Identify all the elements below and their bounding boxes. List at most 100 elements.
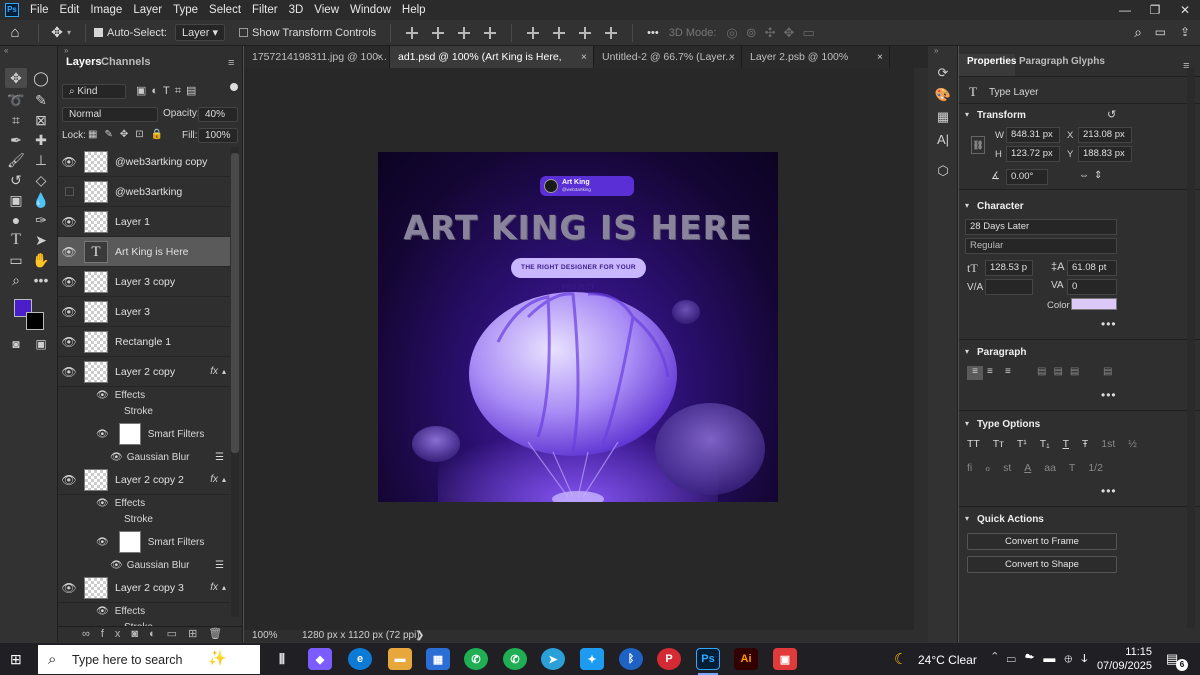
file-explorer-icon[interactable]: ▬ (388, 648, 412, 670)
screen-recorder-icon[interactable]: ▣ (773, 648, 797, 670)
visibility-eye-icon[interactable]: 👁 (110, 452, 123, 463)
align-center-text-icon[interactable]: ≡ (987, 366, 993, 377)
menu-select[interactable]: Select (209, 4, 241, 16)
align-top-icon[interactable] (524, 26, 542, 40)
more-options-icon[interactable]: ••• (647, 27, 659, 39)
share-icon[interactable]: ⇪ (1180, 25, 1190, 39)
zoom-tool-icon[interactable]: ⌕ (5, 270, 27, 290)
distribute-icon[interactable] (481, 26, 499, 40)
system-tray-icons[interactable]: ⌃▭☁▬⊕ↆ (992, 651, 1097, 666)
pen-tool-icon[interactable]: ✑ (30, 210, 52, 230)
reset-transform-icon[interactable]: ↺ (1107, 108, 1116, 121)
type-options-row-2[interactable]: fi ℴ st A aa T 1/2 (967, 462, 1103, 474)
justify-all-icon[interactable]: ▤ (1103, 366, 1112, 377)
fx-icon[interactable]: fx (210, 366, 218, 377)
gradient-tool-icon[interactable]: ▣ (5, 190, 27, 210)
filter-kind-dropdown[interactable]: ⌕ Kind (62, 84, 126, 99)
blur-tool-icon[interactable]: 💧 (30, 190, 52, 210)
restore-icon[interactable]: ❐ (1140, 0, 1170, 20)
task-view-icon[interactable]: ⫴ (270, 648, 294, 670)
fill-field[interactable]: 100% (198, 128, 238, 143)
tab-channels[interactable]: Channels (101, 56, 151, 68)
align-right-text-icon[interactable]: ≡ (1005, 366, 1011, 377)
more-options-icon[interactable]: ••• (1101, 388, 1117, 402)
filter-options-icon[interactable]: ☰ (215, 452, 224, 463)
visibility-eye-icon[interactable]: 👁 (96, 606, 109, 617)
move-tool-icon[interactable]: ✥ (5, 68, 27, 88)
tab-close-icon[interactable]: × (729, 46, 735, 68)
healing-brush-icon[interactable]: ✚ (30, 130, 52, 150)
align-middle-icon[interactable] (550, 26, 568, 40)
font-style-dropdown[interactable]: Regular (965, 238, 1117, 254)
visibility-eye-icon[interactable]: 👁 (58, 335, 80, 349)
scrollbar-thumb[interactable] (231, 153, 239, 453)
text-color-swatch[interactable] (1071, 298, 1117, 310)
tab-close-icon[interactable]: × (581, 46, 587, 68)
chevron-down-icon[interactable]: ▾ (965, 110, 969, 119)
tab-layers[interactable]: Layers (66, 56, 101, 68)
ligatures-icon[interactable]: fi (967, 462, 972, 474)
clock-time[interactable]: 11:15 (1102, 646, 1152, 658)
fractions-alt-icon[interactable]: 1/2 (1088, 462, 1103, 474)
scroll-up-arrow[interactable] (1187, 68, 1195, 76)
taskbar-search[interactable]: ⌕ Type here to search ✨ (38, 645, 260, 674)
3d-panel-icon[interactable]: ⬡ (933, 162, 953, 180)
menu-file[interactable]: File (30, 4, 49, 16)
character-panel-icon[interactable]: A| (933, 130, 953, 148)
copilot-icon[interactable]: ◆ (308, 648, 332, 670)
chevron-down-icon[interactable]: ▾ (965, 419, 969, 428)
underline-icon[interactable]: T (1063, 438, 1069, 450)
close-icon[interactable]: ✕ (1170, 0, 1200, 20)
more-tools-icon[interactable]: ••• (30, 270, 52, 290)
filter-toggle-icon[interactable] (230, 83, 238, 91)
auto-select-checkbox[interactable] (94, 28, 104, 37)
align-left-icon[interactable] (403, 26, 421, 40)
show-transform-checkbox[interactable] (239, 28, 249, 37)
all-caps-icon[interactable]: TT (967, 438, 980, 450)
windows-start-icon[interactable]: ⊞ (10, 651, 22, 668)
gaussian-blur-row[interactable]: 👁 Gaussian Blur ☰ (58, 449, 230, 465)
tab-document-active[interactable]: ad1.psd @ 100% (Art King is Here, RGB/8)… (390, 46, 594, 85)
more-options-icon[interactable]: ••• (1101, 484, 1117, 498)
panel-menu-icon[interactable]: ≡ (228, 57, 234, 69)
path-select-icon[interactable]: ➤ (30, 230, 52, 250)
hand-tool-icon[interactable]: ✋ (30, 250, 52, 270)
whatsapp-icon[interactable]: ✆ (464, 648, 488, 670)
tab-properties[interactable]: Properties (967, 56, 1016, 67)
auto-select-dropdown[interactable]: Layer ▾ (174, 24, 226, 41)
visibility-eye-icon[interactable]: 👁 (58, 473, 80, 487)
convert-to-frame-button[interactable]: Convert to Frame (967, 533, 1117, 550)
layer-row[interactable]: 👁 Layer 2 copy fx ▴ (58, 357, 230, 387)
filter-options-icon[interactable]: ☰ (215, 560, 224, 571)
chevron-up-icon[interactable]: ▴ (222, 475, 226, 484)
eraser-tool-icon[interactable]: ◇ (30, 170, 52, 190)
bluetooth-icon[interactable]: ᛒ (619, 648, 643, 670)
chevron-down-icon[interactable]: ▾ (965, 347, 969, 356)
properties-scrollbar[interactable] (1187, 68, 1195, 628)
menu-help[interactable]: Help (402, 4, 426, 16)
history-icon[interactable]: ⟳ (933, 64, 953, 82)
twitter-icon[interactable]: ✦ (580, 648, 604, 670)
layer-row[interactable]: 👁 Layer 3 (58, 297, 230, 327)
collapse-icon[interactable]: « (4, 46, 8, 55)
layer-row[interactable]: 👁 Layer 2 copy 3 fx ▴ (58, 573, 230, 603)
brush-tool-icon[interactable]: 🖌 (5, 150, 27, 170)
ordinals-icon[interactable]: 1st (1101, 438, 1115, 450)
visibility-eye-icon[interactable]: 👁 (58, 275, 80, 289)
justify-icons[interactable]: ▤▤▤ (1037, 366, 1086, 377)
distribute-vertical-icon[interactable] (602, 26, 620, 40)
visibility-eye-icon[interactable]: 👁 (58, 305, 80, 319)
chevron-down-icon[interactable]: ▾ (67, 28, 71, 37)
chevron-up-icon[interactable]: ▴ (222, 583, 226, 592)
gaussian-blur-row[interactable]: 👁 Gaussian Blur ☰ (58, 557, 230, 573)
lock-icons[interactable]: ▦✎✥⊡🔒 (88, 129, 170, 140)
tab-close-icon[interactable]: × (877, 46, 883, 68)
align-center-icon[interactable] (429, 26, 447, 40)
more-options-icon[interactable]: ••• (1101, 317, 1117, 331)
weather-text[interactable]: 24°C Clear (918, 653, 977, 667)
visibility-eye-icon[interactable]: 👁 (58, 245, 80, 259)
tab-document-4[interactable]: Layer 2.psb @ 100% (Layer...× (742, 46, 890, 85)
menu-layer[interactable]: Layer (133, 4, 162, 16)
small-caps-icon[interactable]: Tт (993, 438, 1004, 450)
type-options-row-1[interactable]: TT Tт T¹ T₁ T Ŧ 1st ½ (967, 438, 1137, 450)
